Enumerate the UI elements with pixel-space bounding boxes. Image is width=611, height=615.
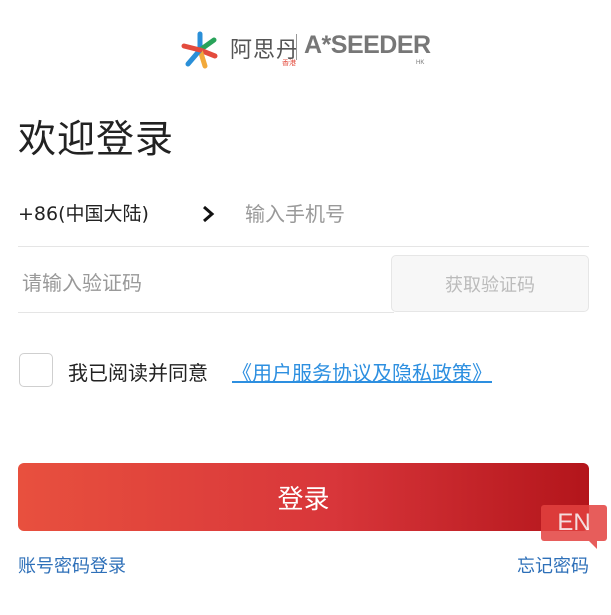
- logo-en-sub: HK: [416, 60, 425, 66]
- verification-row: 获取验证码: [18, 254, 589, 314]
- page-title: 欢迎登录: [18, 117, 175, 161]
- login-button[interactable]: 登录: [18, 463, 589, 531]
- phone-input[interactable]: [243, 194, 587, 234]
- agreement-link[interactable]: 《用户服务协议及隐私政策》: [232, 357, 492, 386]
- get-code-button[interactable]: 获取验证码: [391, 255, 589, 312]
- agreement-row: 我已阅读并同意 《用户服务协议及隐私政策》: [18, 352, 589, 390]
- logo-cn-sub: 香港: [282, 59, 296, 67]
- agreement-checkbox[interactable]: [19, 353, 53, 387]
- language-switch-badge[interactable]: EN: [541, 505, 607, 549]
- phone-row: +86(中国大陆): [18, 184, 589, 247]
- chevron-right-icon[interactable]: [198, 204, 218, 224]
- brand-logo: 阿思丹 香港 A*SEEDER HK: [178, 28, 431, 74]
- logo-divider: [296, 34, 297, 60]
- password-login-link[interactable]: 账号密码登录: [18, 552, 126, 578]
- logo-en-name: A*SEEDER: [304, 31, 431, 59]
- asterisk-logo-icon: [181, 31, 218, 69]
- verification-code-input[interactable]: [18, 254, 394, 313]
- agreement-text: 我已阅读并同意: [68, 361, 208, 385]
- login-page: 阿思丹 香港 A*SEEDER HK 欢迎登录 +86(中国大陆) 获取验证码 …: [0, 0, 611, 615]
- country-code-selector[interactable]: +86(中国大陆): [18, 199, 149, 226]
- forgot-password-link[interactable]: 忘记密码: [517, 552, 589, 578]
